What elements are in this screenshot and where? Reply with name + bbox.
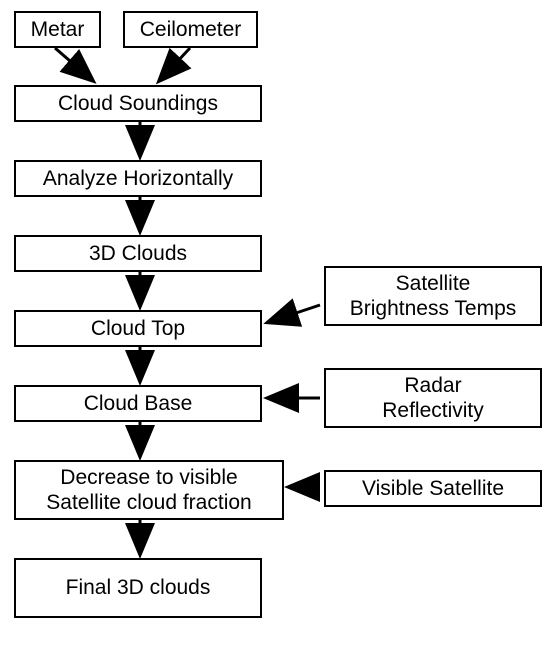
box-decrease-visible: Decrease to visible Satellite cloud frac… bbox=[14, 460, 284, 520]
box-ceilometer: Ceilometer bbox=[123, 11, 258, 48]
box-cloud-base: Cloud Base bbox=[14, 385, 262, 422]
label-cloud-top: Cloud Top bbox=[91, 316, 185, 341]
box-satellite-brightness: Satellite Brightness Temps bbox=[324, 266, 542, 326]
label-analyze-horizontally: Analyze Horizontally bbox=[43, 166, 233, 191]
label-satellite-brightness: Satellite Brightness Temps bbox=[350, 271, 517, 321]
box-visible-satellite: Visible Satellite bbox=[324, 470, 542, 507]
box-3d-clouds: 3D Clouds bbox=[14, 235, 262, 272]
label-visible-satellite: Visible Satellite bbox=[362, 476, 504, 501]
box-cloud-top: Cloud Top bbox=[14, 310, 262, 347]
label-cloud-base: Cloud Base bbox=[84, 391, 193, 416]
label-ceilometer: Ceilometer bbox=[140, 17, 242, 42]
label-metar: Metar bbox=[31, 17, 85, 42]
label-final-3d-clouds: Final 3D clouds bbox=[66, 575, 211, 600]
label-cloud-soundings: Cloud Soundings bbox=[58, 91, 218, 116]
box-analyze-horizontally: Analyze Horizontally bbox=[14, 160, 262, 197]
label-decrease-visible: Decrease to visible Satellite cloud frac… bbox=[46, 465, 251, 515]
box-radar-reflectivity: Radar Reflectivity bbox=[324, 368, 542, 428]
label-3d-clouds: 3D Clouds bbox=[89, 241, 187, 266]
box-final-3d-clouds: Final 3D clouds bbox=[14, 558, 262, 618]
label-radar-reflectivity: Radar Reflectivity bbox=[382, 373, 484, 423]
box-cloud-soundings: Cloud Soundings bbox=[14, 85, 262, 122]
box-metar: Metar bbox=[14, 11, 101, 48]
